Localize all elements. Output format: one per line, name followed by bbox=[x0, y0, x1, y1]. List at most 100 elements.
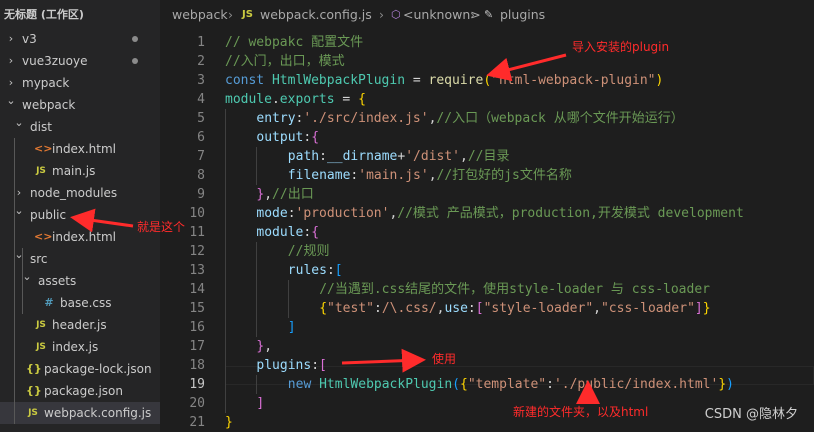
annotation-this-one: 就是这个 bbox=[137, 220, 186, 234]
code-token: { bbox=[460, 377, 468, 392]
annotation-new-folder: 新建的文件夹，以及html bbox=[513, 405, 649, 419]
tree-item-label: public bbox=[30, 208, 67, 222]
code-token: //目录 bbox=[467, 149, 510, 164]
code-token: : bbox=[303, 225, 312, 240]
code-token: } bbox=[718, 377, 727, 392]
code-line[interactable]: path:__dirname+'/dist',//目录 bbox=[288, 147, 510, 166]
code-token: , bbox=[264, 187, 273, 202]
code-token: module bbox=[256, 225, 304, 240]
indent-guide bbox=[256, 242, 258, 337]
chevron-right-icon[interactable]: › bbox=[6, 28, 16, 50]
code-token: path bbox=[287, 149, 320, 164]
tree-file[interactable]: # base.css bbox=[0, 292, 160, 314]
line-number: 6 bbox=[197, 130, 205, 145]
line-number: 14 bbox=[189, 282, 205, 297]
html-file-icon: <> bbox=[34, 230, 53, 243]
module-cube-icon: ⬡ bbox=[391, 8, 401, 21]
code-token: entry bbox=[256, 111, 296, 126]
code-line[interactable]: output:{ bbox=[256, 128, 319, 147]
line-number: 17 bbox=[189, 339, 205, 354]
code-token: [ bbox=[334, 263, 343, 278]
tree-item-label: mypack bbox=[22, 76, 70, 90]
code-token: { bbox=[311, 225, 320, 240]
chevron-down-icon[interactable]: ⌄ bbox=[6, 90, 16, 112]
tree-folder[interactable]: › v3 bbox=[0, 28, 160, 50]
chevron-right-icon: › bbox=[470, 7, 475, 22]
tree-file[interactable]: JS index.js bbox=[0, 336, 160, 358]
code-line[interactable]: }, bbox=[256, 337, 272, 356]
code-token: ] bbox=[256, 396, 265, 411]
code-line[interactable]: //规则 bbox=[288, 242, 330, 261]
code-token: // webpakc 配置文件 bbox=[225, 35, 364, 50]
code-line[interactable]: } bbox=[225, 413, 233, 432]
code-token: mode bbox=[256, 206, 288, 221]
tree-item-label: index.html bbox=[52, 142, 116, 156]
code-token: : bbox=[311, 358, 320, 373]
line-number: 15 bbox=[189, 301, 205, 316]
code-token: ] bbox=[287, 320, 296, 335]
code-line[interactable]: mode:'production',//模式 产品模式，production,开… bbox=[256, 204, 743, 223]
tree-item-label: vue3zuoye bbox=[22, 54, 88, 68]
code-token: ) bbox=[655, 73, 664, 88]
tree-file[interactable]: <> index.html bbox=[0, 226, 160, 248]
code-line[interactable]: module:{ bbox=[256, 223, 319, 242]
code-line[interactable]: entry:'./src/index.js',//入口（webpack 从哪个文… bbox=[256, 109, 683, 128]
code-line[interactable]: filename:'main.js',//打包好的js文件名称 bbox=[288, 166, 572, 185]
code-token: HtmlWebpackPlugin bbox=[319, 377, 453, 392]
tree-folder[interactable]: ⌄ assets bbox=[0, 270, 160, 292]
code-line[interactable]: ] bbox=[288, 318, 296, 337]
tree-file[interactable]: {} package.json bbox=[0, 380, 160, 402]
code-token: //出口 bbox=[272, 187, 314, 202]
code-token: : bbox=[546, 377, 554, 392]
breadcrumb-symbol-plugins[interactable]: plugins bbox=[500, 0, 545, 30]
line-number: 13 bbox=[189, 263, 205, 278]
code-token: ) bbox=[726, 377, 734, 392]
tree-folder[interactable]: ⌄ dist bbox=[0, 116, 160, 138]
code-token: __dirname bbox=[326, 149, 398, 164]
tree-folder[interactable]: ⌄ public bbox=[0, 204, 160, 226]
tree-file[interactable]: JS main.js bbox=[0, 160, 160, 182]
code-line[interactable]: //入门，出口，模式 bbox=[225, 52, 345, 71]
code-line[interactable]: rules:[ bbox=[288, 261, 343, 280]
code-token: output bbox=[256, 130, 304, 145]
tree-folder[interactable]: › node_modules bbox=[0, 182, 160, 204]
line-number: 9 bbox=[197, 187, 205, 202]
tree-item-label: v3 bbox=[22, 32, 37, 46]
tree-indent-guide bbox=[14, 138, 15, 424]
tree-folder[interactable]: ⌄ webpack bbox=[0, 94, 160, 116]
tree-file[interactable]: JS webpack.config.js bbox=[0, 402, 160, 424]
breadcrumb-file[interactable]: webpack.config.js bbox=[260, 0, 372, 30]
tree-item-label: src bbox=[30, 252, 48, 266]
tree-folder[interactable]: › mypack bbox=[0, 72, 160, 94]
tree-item-label: package.json bbox=[44, 384, 124, 398]
chevron-down-icon[interactable]: ⌄ bbox=[14, 112, 24, 134]
code-line[interactable]: ] bbox=[256, 394, 264, 413]
code-line[interactable]: new HtmlWebpackPlugin({"template":'./pub… bbox=[288, 375, 734, 394]
code-line[interactable]: {"test":/\.css/,use:["style-loader","css… bbox=[319, 299, 710, 318]
json-file-icon: {} bbox=[26, 384, 42, 397]
code-token: : bbox=[467, 301, 476, 316]
code-token: , bbox=[593, 301, 601, 316]
chevron-down-icon[interactable]: ⌄ bbox=[14, 200, 24, 222]
code-line[interactable]: const HtmlWebpackPlugin = require("html-… bbox=[225, 71, 663, 90]
tree-file[interactable]: JS header.js bbox=[0, 314, 160, 336]
chevron-right-icon[interactable]: › bbox=[6, 50, 16, 72]
breadcrumb-folder[interactable]: webpack bbox=[172, 0, 228, 30]
code-line[interactable]: // webpakc 配置文件 bbox=[225, 33, 363, 52]
tree-file[interactable]: <> index.html bbox=[0, 138, 160, 160]
tree-file[interactable]: {} package-lock.json bbox=[0, 358, 160, 380]
chevron-down-icon[interactable]: ⌄ bbox=[22, 266, 32, 288]
code-token: { bbox=[311, 130, 320, 145]
tree-folder[interactable]: › vue3zuoye bbox=[0, 50, 160, 72]
line-number: 2 bbox=[197, 54, 205, 69]
code-token: "style-loader" bbox=[483, 301, 594, 316]
code-line[interactable]: module.exports = { bbox=[225, 90, 366, 109]
code-token: //当遇到.css结尾的文件，使用style-loader 与 css-load… bbox=[319, 282, 710, 297]
code-line[interactable]: },//出口 bbox=[256, 185, 313, 204]
code-line[interactable]: //当遇到.css结尾的文件，使用style-loader 与 css-load… bbox=[319, 280, 710, 299]
code-token: rules bbox=[287, 263, 327, 278]
code-token: use bbox=[444, 301, 468, 316]
code-line[interactable]: plugins:[ bbox=[256, 356, 326, 375]
line-number: 16 bbox=[189, 320, 205, 335]
modified-dot-icon bbox=[132, 58, 138, 64]
